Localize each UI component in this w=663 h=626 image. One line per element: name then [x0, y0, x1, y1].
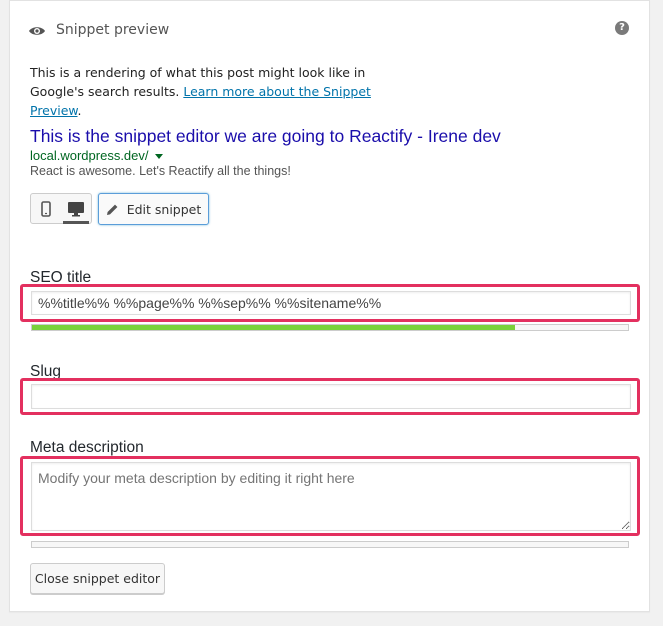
close-snippet-editor-label: Close snippet editor — [34, 571, 161, 586]
mobile-preview-button[interactable] — [31, 194, 61, 223]
intro-suffix: . — [77, 103, 82, 118]
caret-down-icon — [154, 154, 163, 159]
snippet-url-row: local.wordpress.dev/ — [30, 148, 163, 163]
panel-title: Snippet preview — [56, 22, 170, 38]
pencil-icon — [106, 204, 118, 215]
panel-header[interactable]: Snippet preview — [28, 20, 169, 40]
eye-icon — [28, 24, 46, 36]
question-mark-icon[interactable]: ? — [615, 21, 629, 35]
close-snippet-editor-button[interactable]: Close snippet editor — [30, 563, 165, 594]
seo-title-progress-fill — [32, 325, 515, 330]
edit-snippet-button[interactable]: Edit snippet — [98, 193, 209, 225]
desktop-icon — [68, 201, 84, 216]
desktop-preview-button[interactable] — [61, 194, 91, 224]
edit-snippet-label: Edit snippet — [126, 201, 202, 217]
preview-mode-switch — [30, 193, 92, 224]
seo-title-input[interactable] — [31, 291, 631, 315]
mobile-icon — [41, 200, 51, 217]
snippet-url: local.wordpress.dev/ — [30, 148, 149, 163]
meta-description-textarea[interactable] — [31, 462, 631, 531]
snippet-preview-panel: Snippet preview ? This is a rendering of… — [9, 0, 650, 612]
slug-input[interactable] — [31, 384, 631, 409]
meta-description-progress-bar — [31, 541, 629, 548]
seo-title-progress-bar — [31, 324, 629, 331]
snippet-title: This is the snippet editor we are going … — [30, 126, 501, 146]
intro-text: This is a rendering of what this post mi… — [30, 63, 410, 120]
snippet-description: React is awesome. Let's Reactify all the… — [30, 164, 291, 178]
meta-description-label: Meta description — [30, 439, 144, 456]
